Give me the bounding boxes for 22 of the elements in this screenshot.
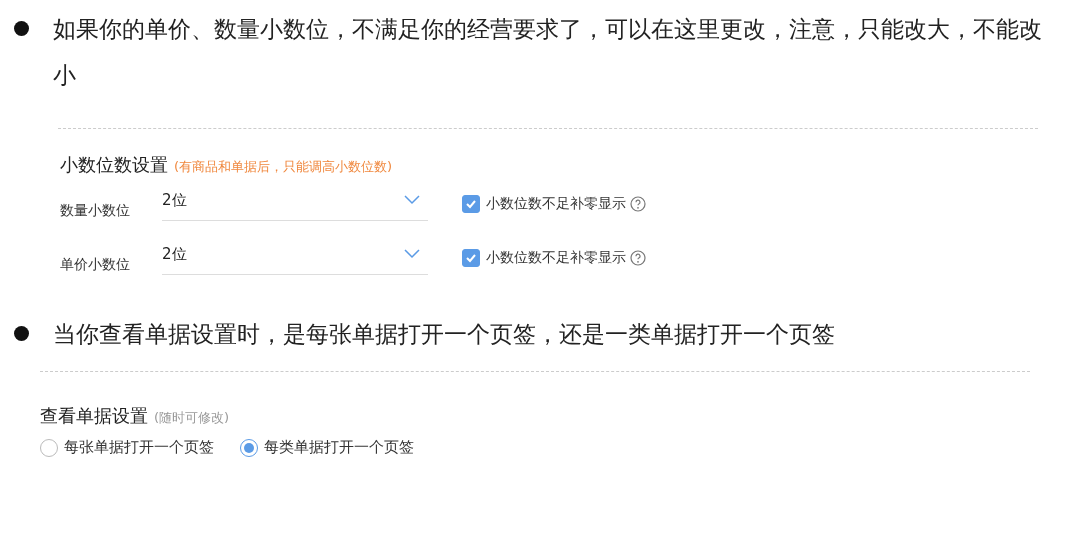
chevron-down-icon [404, 195, 420, 205]
checkbox-label: 小数位数不足补零显示 [486, 249, 626, 267]
section-note: (有商品和单据后，只能调高小数位数) [174, 158, 393, 176]
select-field[interactable]: 2位 [162, 241, 428, 275]
bullet-icon [14, 326, 29, 341]
field-label: 单价小数位 [60, 256, 131, 274]
select-field[interactable]: 2位 [162, 187, 428, 221]
bullet-text: 如果你的单价、数量小数位，不满足你的经营要求了，可以在这里更改，注意，只能改大，不能改小 [53, 15, 1043, 90]
section-note: (随时可修改) [154, 409, 230, 427]
radio-label: 每类单据打开一个页签 [264, 438, 414, 457]
chevron-down-icon [404, 249, 420, 259]
field-label: 数量小数位 [60, 202, 131, 220]
bullet-text: 当你查看单据设置时，是每张单据打开一个页签，还是一类单据打开一个页签 [53, 320, 836, 349]
bullet-icon [14, 21, 29, 36]
checkbox[interactable] [462, 195, 480, 213]
help-icon[interactable] [630, 196, 646, 212]
section-title: 查看单据设置 [40, 404, 148, 428]
radio-label: 每张单据打开一个页签 [64, 438, 214, 457]
checkbox-label: 小数位数不足补零显示 [486, 195, 626, 213]
checkbox[interactable] [462, 249, 480, 267]
help-icon[interactable] [630, 250, 646, 266]
section-title: 小数位数设置 [60, 153, 168, 177]
